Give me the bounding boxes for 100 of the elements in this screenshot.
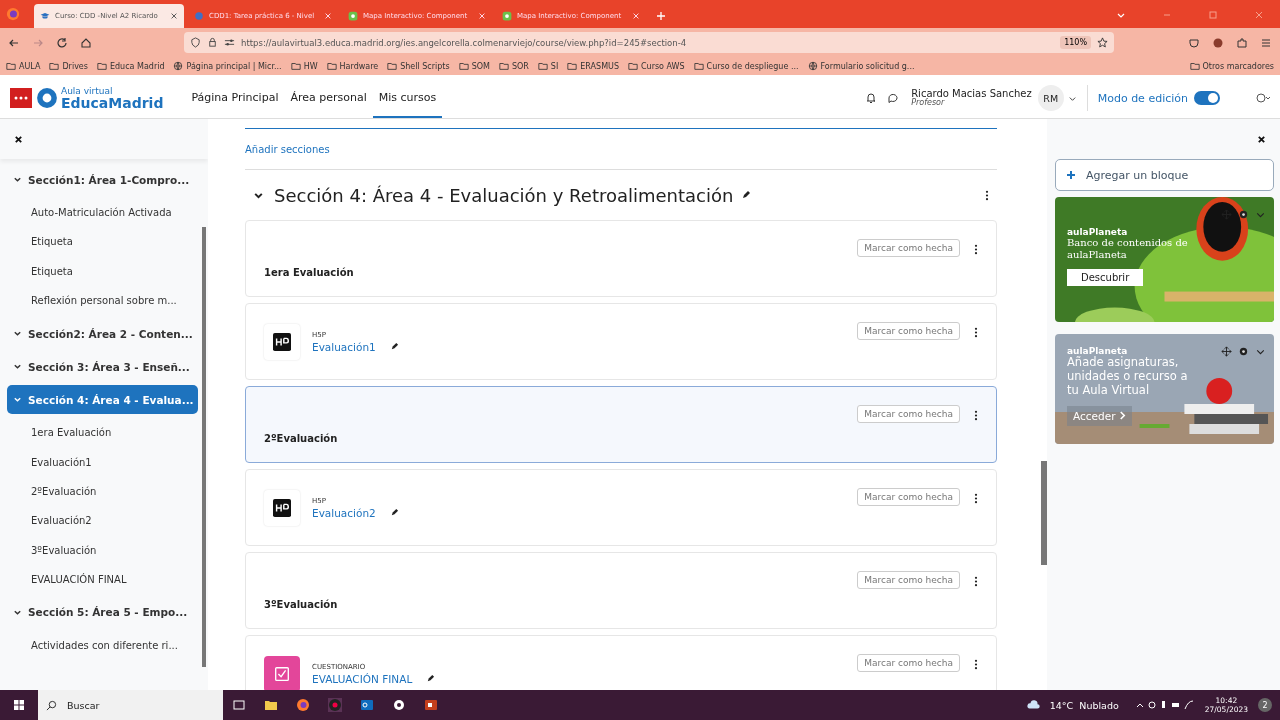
course-index-item[interactable]: Reflexión personal sobre m... [7,285,198,316]
more-icon[interactable] [974,327,978,338]
star-icon[interactable] [1097,37,1108,48]
nav-link[interactable]: Área personal [284,78,373,118]
bookmark[interactable]: Curso de despliegue ... [693,61,799,71]
profile-icon[interactable] [1212,36,1224,49]
add-sections-link[interactable]: Añadir secciones [245,143,330,155]
settings-icon[interactable] [1238,346,1249,358]
bookmark[interactable]: Shell Scripts [387,61,450,71]
taskbar-search-field[interactable]: Buscar [38,690,223,720]
nav-link[interactable]: Página Principal [185,78,285,118]
chevron-down-icon [13,175,22,184]
more-icon[interactable] [974,493,978,504]
activity-link[interactable]: Evaluación1 [312,340,376,353]
label-text: 3ºEvaluación [264,599,338,610]
course-index-section[interactable]: Sección 5: Área 5 - Empo... [7,597,198,627]
activity-link[interactable]: EVALUACIÓN FINAL [312,672,413,685]
mark-done-button[interactable]: Marcar como hecha [857,239,960,257]
bookmark[interactable]: Curso AWS [628,61,685,71]
bookmark[interactable]: Formulario solicitud g... [807,61,915,71]
course-index-item[interactable]: Etiqueta [7,227,198,257]
bookmark[interactable]: Drives [49,61,88,71]
course-index-section[interactable]: Sección 4: Área 4 - Evalua... [7,385,198,415]
windows-start-icon[interactable] [13,699,25,711]
recorder-icon[interactable] [328,698,342,712]
slides-app-icon[interactable] [424,698,438,712]
bookmark[interactable]: Educa Madrid [96,61,165,71]
user-avatar[interactable]: RM [1037,85,1064,111]
course-index-section[interactable]: Sección2: Área 2 - Conten... [7,319,198,349]
pencil-icon[interactable] [389,342,399,351]
task-view-icon[interactable] [232,698,246,712]
more-icon[interactable] [974,659,978,670]
settings-icon[interactable] [392,698,406,712]
notification-badge[interactable]: 2 [1258,698,1272,712]
bookmark[interactable]: Página principal | Micr... [173,61,282,71]
h5p-icon [273,498,291,517]
course-index-item[interactable]: Evaluación1 [7,447,198,477]
home-icon[interactable] [80,36,92,49]
access-button[interactable]: Acceder [1067,405,1133,426]
new-tab-icon[interactable] [656,11,666,21]
discover-button[interactable]: Descubrir [1067,269,1144,286]
mark-done-button[interactable]: Marcar como hecha [857,571,960,589]
course-index-section[interactable]: Sección1: Área 1-Compro... [7,165,198,194]
bell-icon[interactable] [865,92,878,104]
settings-icon[interactable] [1238,209,1249,220]
mark-done-button[interactable]: Marcar como hecha [857,405,960,423]
activity-link[interactable]: Evaluación2 [312,506,376,519]
mark-done-button[interactable]: Marcar como hecha [857,654,960,672]
pocket-icon[interactable] [1188,36,1200,49]
firefox-icon[interactable] [296,698,310,712]
system-tray-drawing[interactable] [1134,699,1195,711]
chat-icon[interactable] [887,92,900,104]
folder-icon [6,61,16,71]
more-icon[interactable] [974,410,978,421]
firefox-icon[interactable] [6,7,20,21]
address-bar[interactable]: https://aulavirtual3.educa.madrid.org/ies.angelcorella.colmenarviejo/course/view.php?id=245#section-4 110% [184,32,1114,53]
extensions-icon[interactable] [1236,36,1248,49]
nav-link[interactable]: Mis cursos [372,78,443,118]
course-index-item[interactable]: Auto-Matriculación Activada [7,198,198,228]
course-index-item[interactable]: Actividades con diferente ri... [7,630,198,661]
edit-mode-toggle[interactable] [1194,91,1220,105]
folder-icon [290,61,301,71]
pencil-icon[interactable] [426,674,436,683]
globe-icon [173,61,184,71]
course-index-item[interactable]: 2ºEvaluación [7,476,198,507]
bookmark[interactable]: SI [537,61,559,71]
bookmark[interactable]: ERASMUS [567,61,619,71]
theme-icon[interactable] [1256,92,1270,104]
edit-mode-label: Modo de edición [1097,91,1188,105]
course-index-item[interactable]: EVALUACIÓN FINAL [7,564,198,594]
bookmark[interactable]: Otros marcadores [1189,61,1274,71]
mark-done-button[interactable]: Marcar como hecha [857,322,960,340]
bookmark[interactable]: HW [290,61,318,71]
zoom-badge[interactable]: 110% [1060,36,1091,49]
bookmark[interactable]: Hardware [326,61,379,71]
chevron-down-icon [13,395,22,405]
course-index-item[interactable]: 3ºEvaluación [7,535,198,565]
course-index-item[interactable]: Etiqueta [7,256,198,286]
course-index-section[interactable]: Sección 3: Área 3 - Enseñ... [7,352,198,382]
reload-icon[interactable] [56,36,68,49]
pencil-icon[interactable] [741,190,752,200]
more-icon[interactable] [974,576,978,587]
folder-icon[interactable] [264,698,278,712]
bookmark[interactable]: SOR [498,61,529,71]
mail-app-icon[interactable] [360,698,374,712]
add-block-button[interactable]: Agregar un bloque [1055,159,1274,191]
weather-text[interactable]: 14°C Nublado [1049,699,1119,711]
pencil-icon[interactable] [389,508,399,517]
close-icon[interactable] [1257,134,1266,144]
more-icon[interactable] [985,189,989,201]
course-index-item[interactable]: 1era Evaluación [7,418,198,448]
h5p-icon [502,11,512,21]
cloud-icon [1026,698,1041,712]
bookmark[interactable]: AULA [6,61,41,71]
chevron-down-icon [13,329,22,339]
bookmark[interactable]: SOM [458,61,490,71]
mark-done-button[interactable]: Marcar como hecha [857,488,960,506]
close-icon[interactable] [14,134,23,144]
course-index-item[interactable]: Evaluación2 [7,506,198,536]
more-icon[interactable] [974,244,978,255]
